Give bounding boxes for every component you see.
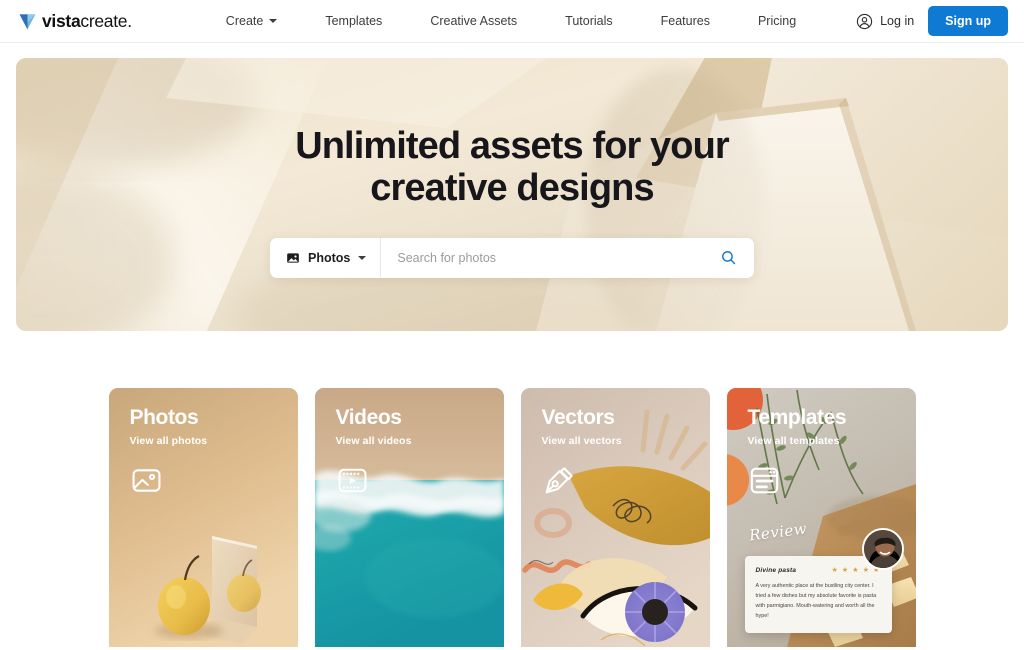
card-content: Vectors View all vectors <box>521 388 710 502</box>
category-card-templates[interactable]: Templates View all templates Review Divi… <box>726 388 916 647</box>
nav-item-label: Features <box>660 14 710 28</box>
review-title: Divine pasta <box>755 566 797 574</box>
image-icon <box>287 252 299 263</box>
nav-item-tutorials[interactable]: Tutorials <box>541 14 636 28</box>
card-title: Photos <box>129 406 199 429</box>
hero-title: Unlimited assets for your creative desig… <box>295 125 730 210</box>
nav-item-label: Create <box>225 14 264 28</box>
card-icon-wrap <box>130 464 298 502</box>
chevron-down-icon <box>269 19 278 23</box>
card-subtitle: View all templates <box>747 435 840 447</box>
avatar <box>861 528 904 570</box>
template-window-icon <box>750 467 778 494</box>
card-title: Vectors <box>541 406 615 429</box>
logo-text-bold: vista <box>42 10 81 31</box>
review-text: A very authentic place at the bustling c… <box>755 583 877 619</box>
search-submit-button[interactable] <box>710 249 754 266</box>
search-bar: Photos <box>270 237 754 278</box>
nav-item-creative-assets[interactable]: Creative Assets <box>406 14 541 28</box>
card-title: Videos <box>335 406 402 429</box>
logo[interactable]: vistacreate. <box>18 11 132 32</box>
nav-item-label: Creative Assets <box>430 14 518 28</box>
video-film-play-icon <box>338 468 366 493</box>
card-icon-wrap <box>748 464 916 502</box>
card-icon-wrap <box>542 464 710 502</box>
card-content: Videos View all videos <box>315 388 504 502</box>
card-title: Templates <box>747 406 847 429</box>
vistacreate-v-logo-icon <box>19 13 36 29</box>
review-header: Divine pasta ★ ★ ★ ★ ★ <box>755 566 881 575</box>
category-card-videos[interactable]: Videos View all videos <box>314 388 504 647</box>
hero-title-line-1: Unlimited assets for your <box>295 125 730 167</box>
nav-item-pricing[interactable]: Pricing <box>734 14 820 28</box>
search-icon <box>722 251 736 265</box>
main-navigation: Create Templates Creative Assets Tutoria… <box>202 14 820 28</box>
header-actions: Log in Sign up <box>856 6 1008 36</box>
search-type-label: Photos <box>308 250 351 265</box>
nav-item-label: Tutorials <box>565 14 613 28</box>
card-subtitle: View all photos <box>129 435 208 447</box>
category-card-photos[interactable]: Photos View all photos <box>108 388 298 647</box>
logo-text-light: create. <box>80 10 132 31</box>
category-card-vectors[interactable]: Vectors View all vectors <box>520 388 710 647</box>
user-avatar-icon <box>856 13 873 29</box>
search-input[interactable] <box>381 250 710 265</box>
signup-button[interactable]: Sign up <box>928 6 1008 36</box>
nav-item-label: Pricing <box>757 14 797 28</box>
nav-item-features[interactable]: Features <box>637 14 734 28</box>
nav-item-create[interactable]: Create <box>202 14 302 28</box>
chevron-down-icon <box>358 255 367 260</box>
review-preview-card: Divine pasta ★ ★ ★ ★ ★ A very authentic … <box>744 556 892 633</box>
card-subtitle: View all vectors <box>541 435 622 447</box>
category-cards: Photos View all photos Videos View all v… <box>0 388 1024 647</box>
hero-banner: Unlimited assets for your creative desig… <box>16 58 1008 331</box>
logo-text: vistacreate. <box>42 11 132 32</box>
card-icon-wrap <box>336 464 504 502</box>
card-subtitle: View all videos <box>335 435 412 447</box>
hero-content: Unlimited assets for your creative desig… <box>16 58 1008 331</box>
image-icon <box>132 469 160 492</box>
nav-item-templates[interactable]: Templates <box>301 14 406 28</box>
site-header: vistacreate. Create Templates Creative A… <box>0 0 1024 43</box>
person-avatar-photo <box>863 530 902 568</box>
login-button[interactable]: Log in <box>856 13 914 30</box>
hero-title-line-2: creative designs <box>370 166 654 209</box>
card-content: Photos View all photos <box>109 388 298 502</box>
login-label: Log in <box>880 14 915 28</box>
pen-nib-icon <box>545 467 573 494</box>
search-type-dropdown[interactable]: Photos <box>270 237 382 278</box>
nav-item-label: Templates <box>325 14 383 28</box>
card-content: Templates View all templates <box>727 388 916 502</box>
